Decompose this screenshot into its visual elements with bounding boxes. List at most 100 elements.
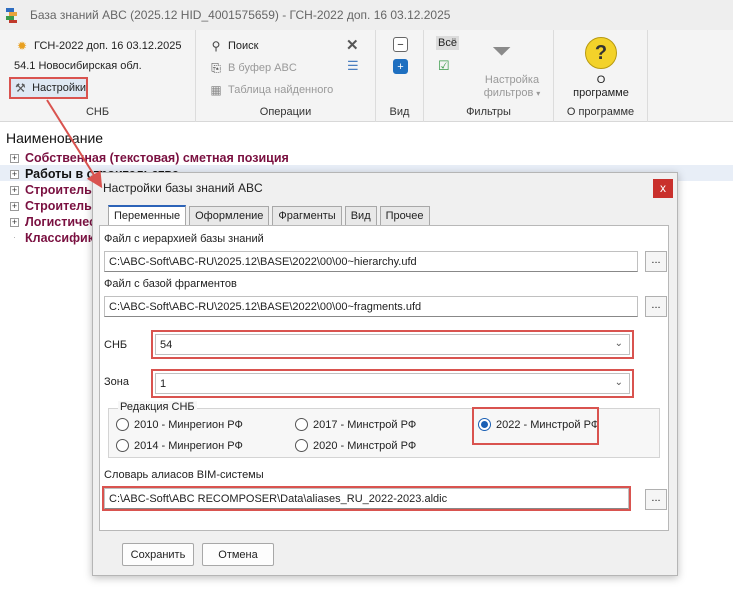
group-label-view: Вид (389, 106, 410, 118)
snb-select[interactable]: 54 ⌄ (155, 334, 630, 355)
hierarchy-browse-button[interactable]: ... (645, 251, 667, 272)
filter-settings-label2: фильтров (483, 87, 534, 99)
dropdown-arrow-icon: ▾ (536, 88, 541, 98)
expand-plus-icon[interactable]: + (10, 201, 19, 211)
tools-icon: ⚒ (15, 81, 26, 95)
checkbox-icon[interactable]: ☑ (438, 58, 450, 74)
hierarchy-file-label: Файл с иерархией базы знаний (104, 233, 264, 245)
clipboard-icon: ⎘ (211, 60, 221, 75)
chevron-down-icon: ⌄ (614, 338, 623, 349)
dialog-title: Настройки базы знаний ABC (103, 181, 263, 195)
table-icon: ▦ (210, 83, 222, 97)
collection-selector[interactable]: ✹ ГСН-2022 доп. 16 03.12.2025 (14, 38, 182, 54)
settings-dialog: Настройки базы знаний ABC x Переменные О… (92, 172, 678, 576)
snb-value: 54 (160, 338, 173, 351)
radio-label: 2014 - Минрегион РФ (134, 439, 243, 452)
ribbon-group-about: ? О программе О программе (554, 30, 648, 122)
about-label-line2[interactable]: программе (554, 87, 648, 99)
group-label-snb: СНБ (85, 106, 110, 118)
ribbon: ✹ ГСН-2022 доп. 16 03.12.2025 54.1 Новос… (0, 30, 733, 122)
ribbon-group-filters: Всё ☑ ⏷ Настройка фильтров ▾ Фильтры (424, 30, 554, 122)
dialog-close-button[interactable]: x (653, 179, 673, 198)
expand-plus-icon[interactable]: + (10, 169, 19, 179)
bim-dictionary-field[interactable]: C:\ABC-Soft\ABC RECOMPOSER\Data\aliases_… (104, 488, 629, 509)
tree-column-header[interactable]: Наименование (6, 130, 103, 146)
copy-buffer-label: В буфер ABC (228, 62, 297, 74)
radio-circle-selected (478, 418, 491, 431)
tab-panel-variables: Файл с иерархией базы знаний C:\ABC-Soft… (99, 225, 669, 531)
tab-other[interactable]: Прочее (379, 206, 430, 225)
found-table-button[interactable]: ▦ Таблица найденного (208, 82, 333, 98)
radio-label: 2022 - Минстрой РФ (496, 418, 600, 431)
fragments-file-label: Файл с базой фрагментов (104, 278, 237, 290)
ribbon-group-operations: ⚲ Поиск ⎘ В буфер ABC ▦ Таблица найденно… (196, 30, 376, 122)
expand-plus-icon[interactable]: + (10, 185, 19, 195)
collapse-icon[interactable]: − (393, 37, 408, 52)
radio-circle (116, 418, 129, 431)
fragments-file-field[interactable]: C:\ABC-Soft\ABC-RU\2025.12\BASE\2022\00\… (104, 296, 638, 317)
cancel-button[interactable]: Отмена (202, 543, 274, 566)
region-selector[interactable]: 54.1 Новосибирская обл. (14, 60, 142, 72)
settings-label: Настройки (32, 82, 86, 94)
expand-plus-icon[interactable]: + (10, 217, 19, 227)
close-x-icon[interactable]: ✕ (346, 36, 359, 54)
expand-icon[interactable]: + (393, 59, 408, 74)
ribbon-group-view: − + Вид (376, 30, 424, 122)
region-label: 54.1 Новосибирская обл. (14, 60, 142, 72)
binoculars-icon: ⚲ (211, 39, 221, 53)
group-label-operations: Операции (259, 106, 312, 118)
radio-label: 2020 - Минстрой РФ (313, 439, 417, 452)
radio-edition-2020[interactable]: 2020 - Минстрой РФ (295, 439, 416, 452)
about-label-line1[interactable]: О (554, 74, 648, 86)
help-icon[interactable]: ? (585, 37, 617, 69)
ribbon-group-snb: ✹ ГСН-2022 доп. 16 03.12.2025 54.1 Новос… (0, 30, 196, 122)
snb-label: СНБ (104, 339, 128, 351)
tree-item-label: Собственная (текстовая) сметная позиция (25, 151, 289, 165)
edition-group-title: Редакция СНБ (118, 401, 197, 413)
expand-plus-icon[interactable]: + (10, 153, 19, 163)
funnel-icon[interactable]: ⏷ (492, 38, 511, 66)
filter-settings-line2[interactable]: фильтров ▾ (478, 87, 546, 99)
radio-edition-2022[interactable]: 2022 - Минстрой РФ (478, 418, 599, 431)
radio-label: 2017 - Минстрой РФ (313, 418, 417, 431)
collection-label: ГСН-2022 доп. 16 03.12.2025 (34, 40, 182, 52)
tab-variables[interactable]: Переменные (108, 205, 187, 225)
window-title: База знаний ABC (2025.12 HID_4001575659)… (30, 8, 451, 22)
tab-fragments[interactable]: Фрагменты (272, 206, 342, 225)
search-label: Поиск (228, 40, 259, 52)
title-bar: База знаний ABC (2025.12 HID_4001575659)… (0, 0, 733, 30)
radio-edition-2014[interactable]: 2014 - Минрегион РФ (116, 439, 243, 452)
hierarchy-file-field[interactable]: C:\ABC-Soft\ABC-RU\2025.12\BASE\2022\00\… (104, 251, 638, 272)
radio-circle (116, 439, 129, 452)
radio-edition-2010[interactable]: 2010 - Минрегион РФ (116, 418, 243, 431)
filter-all-button[interactable]: Всё (436, 36, 459, 50)
tab-view[interactable]: Вид (344, 206, 377, 225)
filter-settings-line1[interactable]: Настройка (478, 74, 546, 86)
radio-edition-2017[interactable]: 2017 - Минстрой РФ (295, 418, 416, 431)
bim-dictionary-label: Словарь алиасов BIM-системы (104, 469, 264, 481)
chevron-down-icon: ⌄ (614, 377, 623, 388)
group-label-about: О программе (566, 106, 635, 118)
fragments-browse-button[interactable]: ... (645, 296, 667, 317)
zone-value: 1 (160, 377, 167, 390)
copy-buffer-button[interactable]: ⎘ В буфер ABC (208, 60, 297, 76)
settings-button[interactable]: ⚒ Настройки (9, 77, 88, 99)
found-table-label: Таблица найденного (228, 84, 334, 96)
bim-browse-button[interactable]: ... (645, 489, 667, 510)
search-button[interactable]: ⚲ Поиск (208, 38, 259, 54)
zone-select[interactable]: 1 ⌄ (155, 373, 630, 394)
radio-circle (295, 418, 308, 431)
sun-icon: ✹ (16, 39, 28, 53)
app-logo-icon (6, 7, 20, 23)
list-edit-icon[interactable]: ☰ (347, 58, 359, 74)
group-label-filters: Фильтры (466, 106, 511, 118)
tree-item[interactable]: + Собственная (текстовая) сметная позици… (10, 150, 289, 166)
zone-label: Зона (104, 376, 129, 388)
tab-appearance[interactable]: Оформление (189, 206, 270, 225)
filter-all-label: Всё (438, 37, 457, 49)
radio-label: 2010 - Минрегион РФ (134, 418, 243, 431)
tree-line-icon: · (13, 231, 16, 242)
dialog-tabs: Переменные Оформление Фрагменты Вид Проч… (108, 205, 433, 225)
radio-circle (295, 439, 308, 452)
save-button[interactable]: Сохранить (122, 543, 194, 566)
